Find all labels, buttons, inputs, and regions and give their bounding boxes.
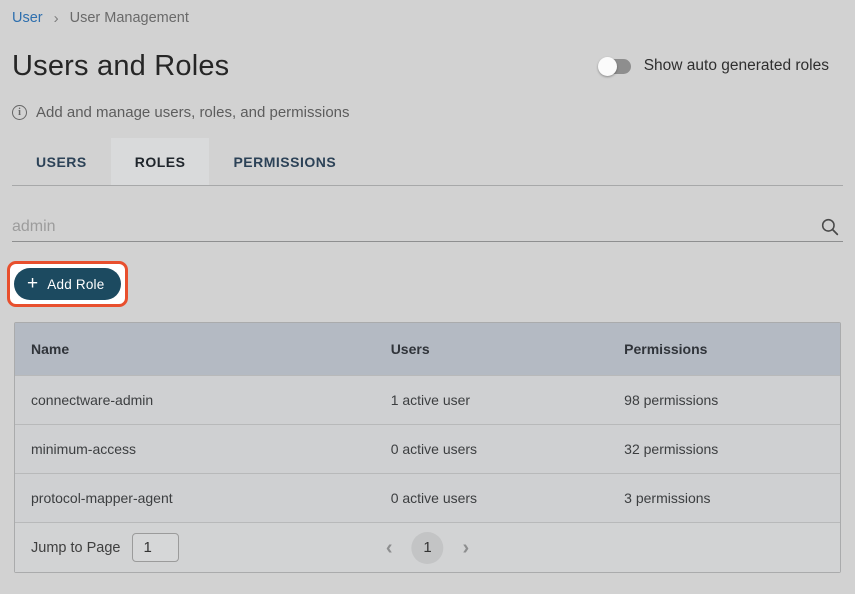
tab-bar: USERS ROLES PERMISSIONS [12,138,843,186]
add-role-button[interactable]: + Add Role [14,268,121,300]
add-role-label: Add Role [47,277,104,292]
toggle-label: Show auto generated roles [644,57,829,75]
search-icon[interactable] [819,216,841,238]
table-footer: Jump to Page ‹ 1 › [15,522,840,572]
tab-permissions[interactable]: PERMISSIONS [209,138,360,185]
column-header-permissions: Permissions [608,323,840,375]
cell-role-name: minimum-access [15,424,375,473]
jump-to-page-input[interactable] [132,533,179,562]
user-management-page: User › User Management Users and Roles S… [0,0,855,573]
breadcrumb-current: User Management [70,10,189,26]
cell-role-permissions: 32 permissions [608,424,840,473]
previous-page-icon[interactable]: ‹ [382,538,397,558]
page-title: Users and Roles [12,50,229,83]
cell-role-users: 0 active users [375,424,608,473]
info-icon: i [12,105,27,120]
breadcrumb-link-user[interactable]: User [12,10,43,26]
tab-roles[interactable]: ROLES [111,138,210,185]
column-header-name: Name [15,323,375,375]
show-auto-generated-roles-toggle[interactable] [598,57,631,76]
column-header-users: Users [375,323,608,375]
cell-role-users: 0 active users [375,473,608,522]
cell-role-users: 1 active user [375,375,608,424]
page-subtitle: Add and manage users, roles, and permiss… [36,104,350,121]
title-row: Users and Roles Show auto generated role… [12,46,843,86]
auto-roles-toggle-group: Show auto generated roles [598,57,829,76]
plus-icon: + [27,274,38,293]
table-row-minimum-access[interactable]: minimum-access 0 active users 32 permiss… [15,424,840,473]
table-row-protocol-mapper-agent[interactable]: protocol-mapper-agent 0 active users 3 p… [15,473,840,522]
toggle-knob [598,57,617,76]
cell-role-name: protocol-mapper-agent [15,473,375,522]
cell-role-permissions: 3 permissions [608,473,840,522]
roles-table: Name Users Permissions connectware-admin… [14,322,841,573]
action-highlight: + Add Role [7,261,128,307]
search-input[interactable] [12,218,819,236]
table-header: Name Users Permissions [15,323,840,375]
search-bar [12,212,843,242]
cell-role-permissions: 98 permissions [608,375,840,424]
tab-users[interactable]: USERS [12,138,111,185]
current-page-button[interactable]: 1 [412,532,444,564]
breadcrumb: User › User Management [12,8,843,28]
jump-to-page-label: Jump to Page [31,540,120,556]
cell-role-name: connectware-admin [15,375,375,424]
chevron-right-icon: › [54,11,59,26]
table-row-connectware-admin[interactable]: connectware-admin 1 active user 98 permi… [15,375,840,424]
pagination: ‹ 1 › [382,532,473,564]
next-page-icon[interactable]: › [459,538,474,558]
jump-to-page-group: Jump to Page [15,533,179,562]
subtitle-row: i Add and manage users, roles, and permi… [12,103,843,121]
